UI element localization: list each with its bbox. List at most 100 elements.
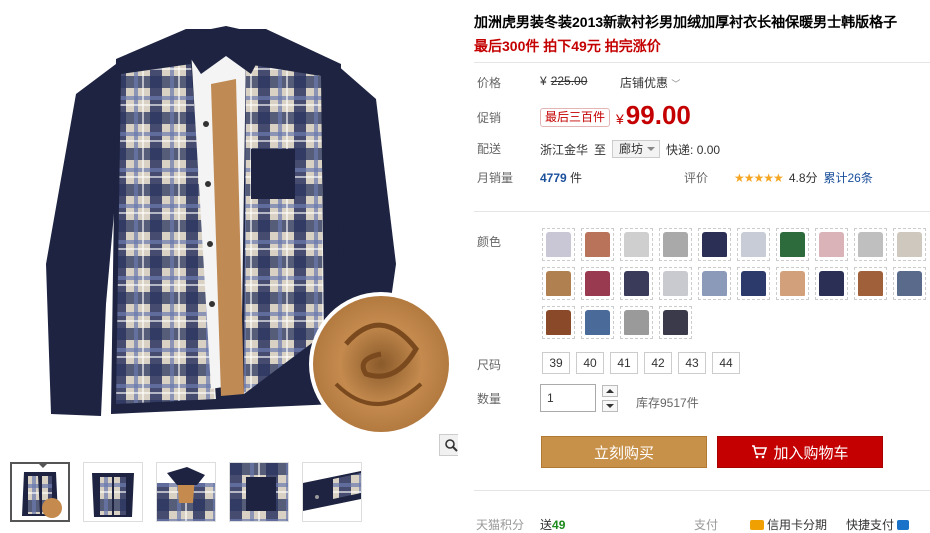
swatch-shirt-icon (663, 310, 688, 335)
color-swatch[interactable] (581, 306, 614, 339)
points-prefix: 送 (540, 518, 553, 532)
color-swatch[interactable] (581, 228, 614, 261)
credit-installment-link[interactable]: 信用卡分期 (750, 516, 827, 533)
color-swatch[interactable] (542, 267, 575, 300)
swatch-shirt-icon (585, 310, 610, 335)
price-label: 价格 (477, 76, 502, 90)
chevron-up-icon (606, 389, 614, 393)
size-option[interactable]: 41 (610, 352, 638, 374)
promo-badge: 最后三百件 (540, 108, 611, 127)
pay-label: 支付 (694, 518, 719, 532)
swatch-shirt-icon (585, 232, 610, 257)
swatch-shirt-icon (546, 271, 571, 296)
swatch-shirt-icon (819, 271, 844, 296)
color-swatch[interactable] (659, 306, 692, 339)
color-swatch[interactable] (776, 228, 809, 261)
sales-label: 月销量 (477, 171, 514, 185)
color-swatch[interactable] (737, 228, 770, 261)
quantity-input[interactable] (540, 384, 596, 412)
review-score: 4.8分 (788, 171, 818, 185)
color-swatch[interactable] (581, 267, 614, 300)
add-to-cart-button[interactable]: 加入购物车 (717, 436, 883, 468)
color-swatch[interactable] (737, 267, 770, 300)
color-swatch[interactable] (659, 267, 692, 300)
main-product-image[interactable] (6, 4, 458, 456)
shipping-label: 配送 (477, 142, 502, 156)
thumb-front-fleece[interactable] (10, 462, 70, 522)
color-swatch[interactable] (893, 228, 926, 261)
thumb-pocket[interactable] (229, 462, 289, 522)
color-swatch[interactable] (815, 267, 848, 300)
color-swatch-list (542, 228, 930, 339)
color-swatch[interactable] (620, 267, 653, 300)
shop-promo-dropdown[interactable]: 店铺优惠 ﹀ (620, 74, 680, 91)
color-swatch[interactable] (659, 228, 692, 261)
size-option[interactable]: 40 (576, 352, 604, 374)
swatch-shirt-icon (741, 271, 766, 296)
swatch-shirt-icon (780, 271, 805, 296)
size-option[interactable]: 43 (678, 352, 706, 374)
color-swatch[interactable] (893, 267, 926, 300)
swatch-shirt-icon (663, 232, 688, 257)
quick-pay-link[interactable]: 快捷支付 (846, 516, 910, 533)
swatch-shirt-icon (585, 271, 610, 296)
thumb-front[interactable] (83, 462, 143, 522)
color-swatch[interactable] (620, 306, 653, 339)
ship-to-word: 至 (594, 142, 607, 157)
chevron-down-icon (606, 404, 614, 408)
quantity-increase-button[interactable] (602, 385, 618, 397)
quick-pay-icon (897, 519, 910, 530)
swatch-shirt-icon (897, 232, 922, 257)
swatch-shirt-icon (741, 232, 766, 257)
chevron-down-icon: ﹀ (671, 79, 681, 89)
swatch-shirt-icon (702, 271, 727, 296)
product-title: 加洲虎男装冬装2013新款衬衫男加绒加厚衬衣长袖保暖男士韩版格子 (474, 14, 898, 30)
promo-headline: 最后300件 拍下49元 拍完涨价 (474, 38, 661, 54)
points-label: 天猫积分 (476, 518, 525, 532)
size-option-list: 39 40 41 42 43 44 (542, 352, 740, 374)
promo-label: 促销 (477, 111, 502, 125)
size-label: 尺码 (477, 358, 502, 372)
review-count-link[interactable]: 累计26条 (824, 169, 873, 186)
credit-installment-label: 信用卡分期 (767, 518, 828, 532)
quantity-decrease-button[interactable] (602, 400, 618, 412)
size-option[interactable]: 44 (712, 352, 740, 374)
swatch-shirt-icon (546, 310, 571, 335)
currency-symbol: ¥ (616, 111, 624, 127)
swatch-shirt-icon (624, 232, 649, 257)
color-swatch[interactable] (620, 228, 653, 261)
add-to-cart-label: 加入购物车 (773, 444, 849, 462)
color-swatch[interactable] (698, 228, 731, 261)
divider (474, 62, 930, 63)
stock-count: 库存9517件 (636, 396, 699, 410)
ship-to-select[interactable]: 廊坊 (612, 140, 661, 158)
color-swatch[interactable] (542, 228, 575, 261)
color-swatch[interactable] (854, 228, 887, 261)
review-label: 评价 (684, 171, 709, 185)
color-swatch[interactable] (854, 267, 887, 300)
points-number: 49 (552, 518, 566, 532)
thumbnail-strip (10, 462, 362, 522)
color-swatch[interactable] (542, 306, 575, 339)
shirt-illustration (46, 26, 453, 436)
credit-card-icon (750, 519, 764, 530)
sales-count: 4779 (540, 171, 567, 185)
zoom-button[interactable] (439, 434, 458, 456)
color-swatch[interactable] (815, 228, 848, 261)
swatch-shirt-icon (819, 232, 844, 257)
size-option[interactable]: 39 (542, 352, 570, 374)
color-swatch[interactable] (776, 267, 809, 300)
quantity-label: 数量 (477, 392, 502, 406)
divider (474, 490, 930, 491)
color-swatch[interactable] (698, 267, 731, 300)
quick-pay-label: 快捷支付 (846, 518, 895, 532)
swatch-shirt-icon (624, 310, 649, 335)
promo-price: ¥99.00 (616, 100, 691, 131)
monthly-sales: 4779 件 (540, 169, 582, 186)
thumb-collar[interactable] (156, 462, 216, 522)
thumb-cuff[interactable] (302, 462, 362, 522)
buy-now-label: 立刻购买 (593, 444, 654, 462)
buy-now-button[interactable]: 立刻购买 (541, 436, 707, 468)
color-label: 颜色 (477, 235, 502, 249)
size-option[interactable]: 42 (644, 352, 672, 374)
